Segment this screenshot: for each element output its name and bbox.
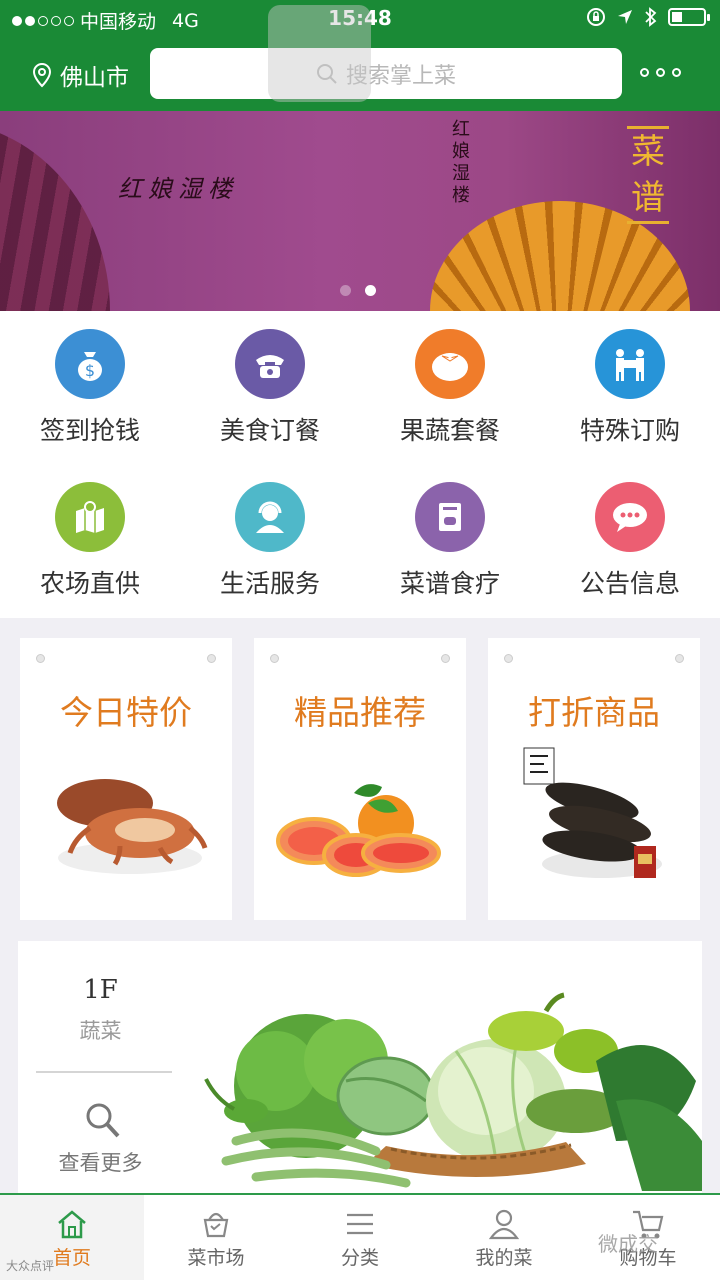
menu-label: 签到抢钱: [39, 416, 140, 445]
promo-card-premium[interactable]: 精品推荐: [254, 638, 466, 920]
floor-number: 1F: [83, 975, 118, 1005]
rotation-lock-icon: [587, 8, 605, 26]
user-icon: [487, 1207, 521, 1241]
quick-menu: $ 签到抢钱 美食订餐 果蔬套餐 特殊订购 农场直供 生活服务 菜谱食疗 公告信…: [0, 311, 720, 618]
search-input[interactable]: 搜索掌上菜: [150, 48, 622, 99]
card-title: 今日特价: [60, 693, 192, 732]
menu-label: 菜谱食疗: [399, 569, 500, 598]
market-basket-icon: [199, 1207, 233, 1241]
location-arrow-icon: [618, 10, 632, 24]
menu-item-farm-direct[interactable]: 农场直供: [0, 464, 180, 614]
assistive-touch-button[interactable]: [268, 5, 371, 102]
banner-calligraphy: 红娘湿楼: [118, 175, 238, 203]
corner-watermark: 大众点评: [6, 1259, 55, 1273]
grapefruit-image: [276, 784, 441, 877]
chat-bubble-icon: [595, 482, 665, 552]
promo-card-today-special[interactable]: 今日特价: [20, 638, 232, 920]
card-pin: [504, 654, 513, 663]
floor-section-vegetables: 1F 蔬菜 查看更多: [18, 941, 702, 1193]
money-bag-icon: $: [55, 329, 125, 399]
card-pin: [441, 654, 450, 663]
tomato-icon: [415, 329, 485, 399]
card-pin: [36, 654, 45, 663]
menu-item-recipe-therapy[interactable]: 菜谱食疗: [360, 464, 540, 614]
city-selector[interactable]: 佛山市: [32, 58, 129, 92]
card-pin: [207, 654, 216, 663]
banner-title: 菜谱: [627, 126, 669, 224]
promo-card-discount[interactable]: 打折商品: [488, 638, 700, 920]
handshake-icon: [595, 329, 665, 399]
menu-label: 生活服务: [219, 569, 320, 598]
pager-dot[interactable]: [340, 285, 351, 296]
pager-dot-active[interactable]: [365, 285, 376, 296]
list-icon: [343, 1207, 377, 1241]
tab-my-vegetables[interactable]: 我的菜: [432, 1195, 576, 1280]
customer-service-icon: [235, 482, 305, 552]
magnifier-icon: [86, 1103, 120, 1138]
menu-item-produce-set[interactable]: 果蔬套餐: [360, 311, 540, 461]
crab-image: [57, 779, 208, 874]
sea-cucumber-image: [523, 747, 662, 878]
city-name: 佛山市: [60, 65, 129, 91]
banner-vertical-text: 红娘湿楼: [452, 119, 470, 206]
menu-item-special-order[interactable]: 特殊订购: [540, 311, 720, 461]
vegetables-image[interactable]: [196, 991, 702, 1193]
menu-item-food-order[interactable]: 美食订餐: [180, 311, 360, 461]
home-icon: [55, 1207, 89, 1241]
menu-label: 果蔬套餐: [399, 416, 500, 445]
promo-banner[interactable]: 红娘湿楼 红娘湿楼 菜谱: [0, 111, 720, 311]
tab-label: 分类: [340, 1247, 379, 1269]
tab-label: 菜市场: [187, 1247, 245, 1269]
menu-item-notices[interactable]: 公告信息: [540, 464, 720, 614]
telephone-icon: [235, 329, 305, 399]
banner-pager[interactable]: [340, 285, 376, 296]
card-title: 打折商品: [528, 693, 660, 732]
menu-label: 特殊订购: [579, 416, 680, 445]
watermark: 微成交: [598, 1232, 658, 1256]
tab-market[interactable]: 菜市场: [144, 1195, 288, 1280]
fan-decoration: [0, 121, 110, 311]
menu-item-life-services[interactable]: 生活服务: [180, 464, 360, 614]
view-more-link[interactable]: 查看更多: [18, 1147, 183, 1177]
floor-name: 蔬菜: [79, 1019, 122, 1043]
menu-label: 公告信息: [579, 569, 680, 598]
menu-item-sign-in[interactable]: $ 签到抢钱: [0, 311, 180, 461]
menu-label: 农场直供: [39, 569, 140, 598]
battery-icon: [668, 8, 710, 26]
card-title: 精品推荐: [294, 693, 426, 732]
card-pin: [270, 654, 279, 663]
menu-label: 美食订餐: [219, 416, 320, 445]
tab-label: 我的菜: [475, 1247, 533, 1269]
tab-categories[interactable]: 分类: [288, 1195, 432, 1280]
svg-text:$: $: [85, 361, 95, 380]
bluetooth-icon: [645, 7, 657, 27]
recipe-book-icon: [415, 482, 485, 552]
map-pin-icon: [55, 482, 125, 552]
card-pin: [675, 654, 684, 663]
divider: [36, 1071, 172, 1073]
location-pin-icon: [32, 62, 52, 88]
more-menu-button[interactable]: [640, 68, 681, 77]
